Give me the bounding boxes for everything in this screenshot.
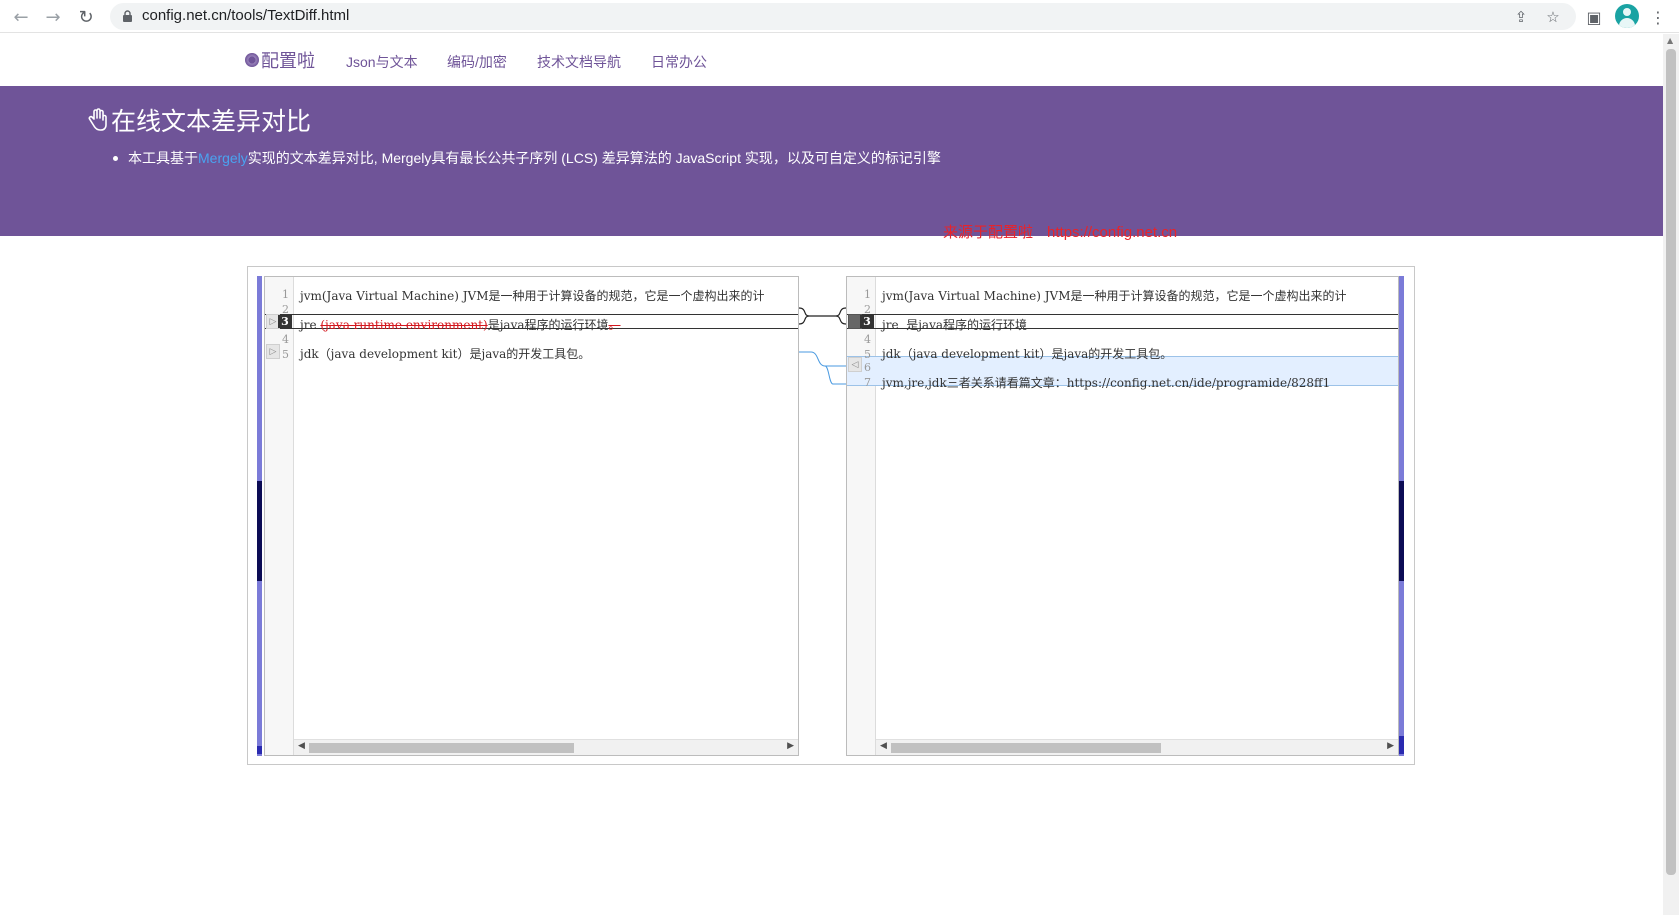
logo-icon xyxy=(245,53,259,67)
side-panel-icon[interactable]: ▣ xyxy=(1582,5,1606,29)
line-number: 5 xyxy=(864,348,871,361)
site-logo[interactable]: 配置啦 xyxy=(245,47,315,73)
nav-daily-office[interactable]: 日常办公 xyxy=(651,52,707,72)
left-code[interactable]: jvm(Java Virtual Machine) JVM是一种用于计算设备的规… xyxy=(294,277,798,755)
page-title: 在线文本差异对比 xyxy=(87,102,311,138)
left-editor-pane[interactable]: ▷ ▷ 1 2 3 4 5 jvm(Java Virtual Machine) … xyxy=(264,276,799,756)
diff-editor: ▷ ▷ 1 2 3 4 5 jvm(Java Virtual Machine) … xyxy=(247,266,1415,765)
desc-suffix: 实现的文本差异对比, Mergely具有最长公共子序列 (LCS) 差异算法的 … xyxy=(247,150,941,166)
page-scroll-thumb[interactable] xyxy=(1666,49,1676,875)
profile-avatar[interactable] xyxy=(1615,4,1639,28)
right-code[interactable]: jvm(Java Virtual Machine) JVM是一种用于计算设备的规… xyxy=(876,277,1398,755)
page-title-text: 在线文本差异对比 xyxy=(111,108,312,136)
nav-tech-docs[interactable]: 技术文档导航 xyxy=(537,52,621,72)
line-number: 4 xyxy=(864,333,871,346)
line-number: 7 xyxy=(864,376,871,389)
code-line: jvm(Java Virtual Machine) JVM是一种用于计算设备的规… xyxy=(882,289,1347,303)
code-line: jvm(Java Virtual Machine) JVM是一种用于计算设备的规… xyxy=(300,289,765,303)
logo-text: 配置啦 xyxy=(261,51,315,71)
code-line-changed: jre (java runtime environment)是java程序的运行… xyxy=(300,318,621,332)
back-icon[interactable]: ← xyxy=(10,6,32,28)
desc-prefix: 本工具基于 xyxy=(128,150,198,166)
code-line-added: jvm,jre,jdk三者关系请看篇文章：https://config.net.… xyxy=(882,376,1331,390)
code-line-changed: jre 是java程序的运行环境 xyxy=(882,318,1027,332)
tool-description: 本工具基于 Mergely 实现的文本差异对比, Mergely具有最长公共子序列 … xyxy=(113,148,941,168)
hand-icon xyxy=(88,108,107,131)
scroll-up-icon[interactable]: ▲ xyxy=(1667,36,1673,45)
line-number: 1 xyxy=(282,288,289,301)
forward-icon[interactable]: → xyxy=(42,6,64,28)
nav-json-text[interactable]: Json与文本 xyxy=(346,52,418,72)
source-label: 来源于配置啦 xyxy=(943,224,1034,241)
bullet-dot xyxy=(113,155,118,161)
page-vertical-scrollbar[interactable]: ▲ xyxy=(1663,34,1679,915)
browser-toolbar: ← → ↻ config.net.cn/tools/TextDiff.html … xyxy=(0,0,1679,33)
menu-icon[interactable]: ⋮ xyxy=(1646,5,1670,29)
line-number-current: 3 xyxy=(860,315,874,328)
line-number: 4 xyxy=(282,333,289,346)
line-number-current: 3 xyxy=(278,315,292,328)
right-overview-ruler[interactable] xyxy=(1399,276,1404,756)
line-number: 1 xyxy=(864,288,871,301)
right-editor-pane[interactable]: ◁ 1 2 3 4 5 6 7 jvm(Java Virtual Machine… xyxy=(846,276,1399,756)
url-text: config.net.cn/tools/TextDiff.html xyxy=(142,7,350,24)
address-bar[interactable]: config.net.cn/tools/TextDiff.html ⇪ ☆ xyxy=(110,3,1576,30)
line-number: 6 xyxy=(864,361,871,374)
lock-icon xyxy=(123,10,132,22)
source-url[interactable]: https://config.net.cn xyxy=(1047,224,1177,241)
left-horizontal-scrollbar[interactable]: ◀ ▶ xyxy=(294,739,798,755)
hero-banner: 在线文本差异对比 本工具基于 Mergely 实现的文本差异对比, Mergely具… xyxy=(0,86,1663,236)
share-icon[interactable]: ⇪ xyxy=(1510,6,1532,28)
site-nav: 配置啦 Json与文本 编码/加密 技术文档导航 日常办公 xyxy=(0,34,1663,86)
source-note: 来源于配置啦 https://config.net.cn xyxy=(943,221,1177,242)
nav-encode-encrypt[interactable]: 编码/加密 xyxy=(447,52,507,72)
code-line: jdk（java development kit）是java的开发工具包。 xyxy=(882,347,1173,361)
mergely-link[interactable]: Mergely xyxy=(198,150,248,166)
diff-connector xyxy=(799,307,846,385)
reload-icon[interactable]: ↻ xyxy=(75,6,97,28)
left-overview-ruler[interactable] xyxy=(257,276,262,756)
right-horizontal-scrollbar[interactable]: ◀ ▶ xyxy=(876,739,1398,755)
code-line: jdk（java development kit）是java的开发工具包。 xyxy=(300,347,591,361)
star-icon[interactable]: ☆ xyxy=(1542,6,1564,28)
line-number: 5 xyxy=(282,348,289,361)
